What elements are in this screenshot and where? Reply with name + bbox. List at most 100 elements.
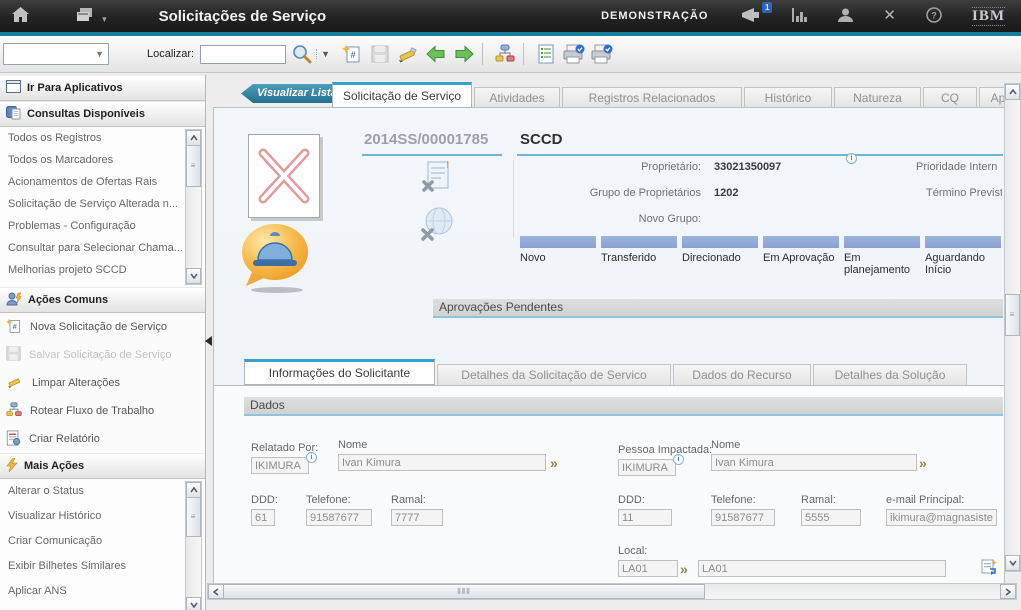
affected-ext-input[interactable] xyxy=(801,509,861,526)
reported-by-input[interactable] xyxy=(251,457,309,474)
scrollbar-thumb[interactable]: ≡ xyxy=(186,497,201,537)
main-vertical-scrollbar[interactable]: ≡ xyxy=(1004,83,1021,572)
sidebar-header-label: Consultas Disponíveis xyxy=(27,108,145,120)
print-icon[interactable] xyxy=(562,42,586,66)
detail-menu-icon[interactable] xyxy=(980,558,998,579)
more-actions-scrollbar[interactable]: ≡ xyxy=(185,481,202,610)
query-item[interactable]: Problemas - Configuração xyxy=(0,215,205,237)
sub-tab-bar: Informações do Solicitante Detalhes da S… xyxy=(244,359,967,385)
go-to-detail-icon[interactable]: » xyxy=(919,456,927,470)
status-step-label: Direcionado xyxy=(682,252,758,264)
home-icon[interactable] xyxy=(12,7,29,25)
main-horizontal-scrollbar[interactable]: ⦀⦀⦀ xyxy=(207,583,1017,600)
affected-phone-input[interactable] xyxy=(711,509,775,526)
reported-ddd-input[interactable] xyxy=(251,509,275,526)
search-options-caret[interactable]: ▼ xyxy=(316,49,330,59)
reports-chart-icon[interactable] xyxy=(792,8,808,25)
applications-icon[interactable]: ▾ xyxy=(77,8,107,25)
tab-service-request[interactable]: Solicitação de Serviço xyxy=(332,82,472,108)
requester-info-panel: Dados Relatado Por: i Nome » DDD: Telefo… xyxy=(214,385,1004,584)
query-item[interactable]: Acionamentos de Ofertas Rais xyxy=(0,171,205,193)
scrollbar-thumb[interactable]: ≡ xyxy=(1005,294,1020,336)
query-item[interactable]: Solicitação de Serviço Alterada n... xyxy=(0,193,205,215)
affected-ddd-input[interactable] xyxy=(618,509,672,526)
more-action-item[interactable]: Criar Comunicação xyxy=(0,529,205,554)
scroll-down-button[interactable] xyxy=(1005,555,1020,571)
reported-phone-label: Telefone: xyxy=(306,494,351,506)
save-icon xyxy=(368,42,392,66)
affected-name-input[interactable] xyxy=(711,454,917,471)
tab-nature[interactable]: Natureza xyxy=(834,87,921,108)
help-icon[interactable]: ? xyxy=(926,7,942,26)
info-icon[interactable]: i xyxy=(846,153,857,164)
action-clear-changes[interactable]: Limpar Alterações xyxy=(0,369,205,397)
location-input[interactable] xyxy=(618,560,678,577)
more-action-item[interactable]: Aplicar ANS xyxy=(0,579,205,604)
tab-history[interactable]: Histórico xyxy=(744,87,832,108)
info-icon[interactable]: i xyxy=(306,452,317,463)
scroll-up-button[interactable] xyxy=(186,482,201,498)
queries-scrollbar[interactable]: ≡ xyxy=(185,129,202,285)
tab-cq[interactable]: CQ xyxy=(923,87,977,108)
user-profile-icon[interactable] xyxy=(838,8,853,25)
affected-person-input[interactable] xyxy=(618,459,676,476)
run-reports-icon[interactable] xyxy=(534,42,558,66)
info-icon[interactable]: i xyxy=(673,454,684,465)
query-item[interactable]: Melhorias projeto SCCD xyxy=(0,259,205,281)
more-actions-list: Alterar o Status Visualizar Histórico Cr… xyxy=(0,479,205,610)
query-item[interactable]: Todos os Marcadores xyxy=(0,149,205,171)
subtab-request-details[interactable]: Detalhes da Solicitação de Servico xyxy=(437,364,671,385)
broken-globe-icon[interactable] xyxy=(420,206,454,245)
scroll-up-button[interactable] xyxy=(1005,84,1020,100)
scroll-down-button[interactable] xyxy=(186,268,201,284)
more-action-item[interactable]: Visualizar Histórico xyxy=(0,504,205,529)
location-description-input[interactable] xyxy=(698,560,946,577)
route-workflow-icon[interactable] xyxy=(493,42,517,66)
scroll-left-button[interactable] xyxy=(208,584,224,599)
scroll-down-button[interactable] xyxy=(186,597,201,610)
go-to-detail-icon[interactable]: » xyxy=(550,456,558,470)
tab-activities[interactable]: Atividades xyxy=(474,87,560,108)
sidebar-header-more-actions[interactable]: Mais Ações xyxy=(0,453,205,479)
more-action-item[interactable]: Visualizar ANSs xyxy=(0,604,205,610)
next-record-icon[interactable] xyxy=(452,42,476,66)
saved-query-select[interactable]: ▼ xyxy=(3,43,109,65)
tab-view-list[interactable]: Visualizar Lista xyxy=(241,84,347,103)
scroll-right-button[interactable] xyxy=(1000,584,1016,599)
reported-name-input[interactable] xyxy=(338,454,546,471)
more-action-item[interactable]: Exibir Bilhetes Similares xyxy=(0,554,205,579)
primary-email-input[interactable] xyxy=(886,509,997,526)
svg-text:#: # xyxy=(13,322,17,331)
bulletin-board-icon[interactable]: 1 xyxy=(742,8,762,25)
sidebar-header-available-queries[interactable]: Consultas Disponíveis xyxy=(0,101,205,127)
tab-related-records[interactable]: Registros Relacionados xyxy=(562,87,742,108)
query-item[interactable]: Consultar para Selecionar Chama... xyxy=(0,237,205,259)
scrollbar-thumb[interactable]: ⦀⦀⦀ xyxy=(223,584,705,599)
find-input[interactable] xyxy=(200,45,286,64)
subtab-requester-info[interactable]: Informações do Solicitante xyxy=(244,359,435,385)
close-session-icon[interactable]: ✕ xyxy=(883,9,896,23)
go-to-detail-icon[interactable]: » xyxy=(680,562,688,576)
reported-phone-input[interactable] xyxy=(306,509,372,526)
sidebar-collapse-handle[interactable] xyxy=(205,336,212,346)
record-summary-underline xyxy=(517,154,1003,156)
sidebar-header-common-actions[interactable]: Ações Comuns xyxy=(0,287,205,313)
sidebar-header-label: Mais Ações xyxy=(24,460,84,472)
action-route-workflow[interactable]: Rotear Fluxo de Trabalho xyxy=(0,397,205,425)
scrollbar-thumb[interactable]: ≡ xyxy=(186,145,201,187)
subtab-resource-data[interactable]: Dados do Recurso xyxy=(673,364,811,385)
search-icon[interactable] xyxy=(290,42,314,66)
more-action-item[interactable]: Alterar o Status xyxy=(0,479,205,504)
previous-record-icon[interactable] xyxy=(424,42,448,66)
sidebar-item-go-to-applications[interactable]: Ir Para Aplicativos xyxy=(0,75,205,101)
reported-ext-input[interactable] xyxy=(391,509,443,526)
broken-attachment-icon[interactable]: ! xyxy=(422,160,452,197)
new-record-icon[interactable]: # xyxy=(340,42,364,66)
print-with-attachments-icon[interactable] xyxy=(590,42,614,66)
action-new-service-request[interactable]: # Nova Solicitação de Serviço xyxy=(0,313,205,341)
clear-changes-icon[interactable] xyxy=(396,42,420,66)
query-item[interactable]: Todos os Registros xyxy=(0,127,205,149)
scroll-up-button[interactable] xyxy=(186,130,201,146)
subtab-solution-details[interactable]: Detalhes da Solução xyxy=(813,364,967,385)
action-create-report[interactable]: Criar Relatório xyxy=(0,425,205,453)
